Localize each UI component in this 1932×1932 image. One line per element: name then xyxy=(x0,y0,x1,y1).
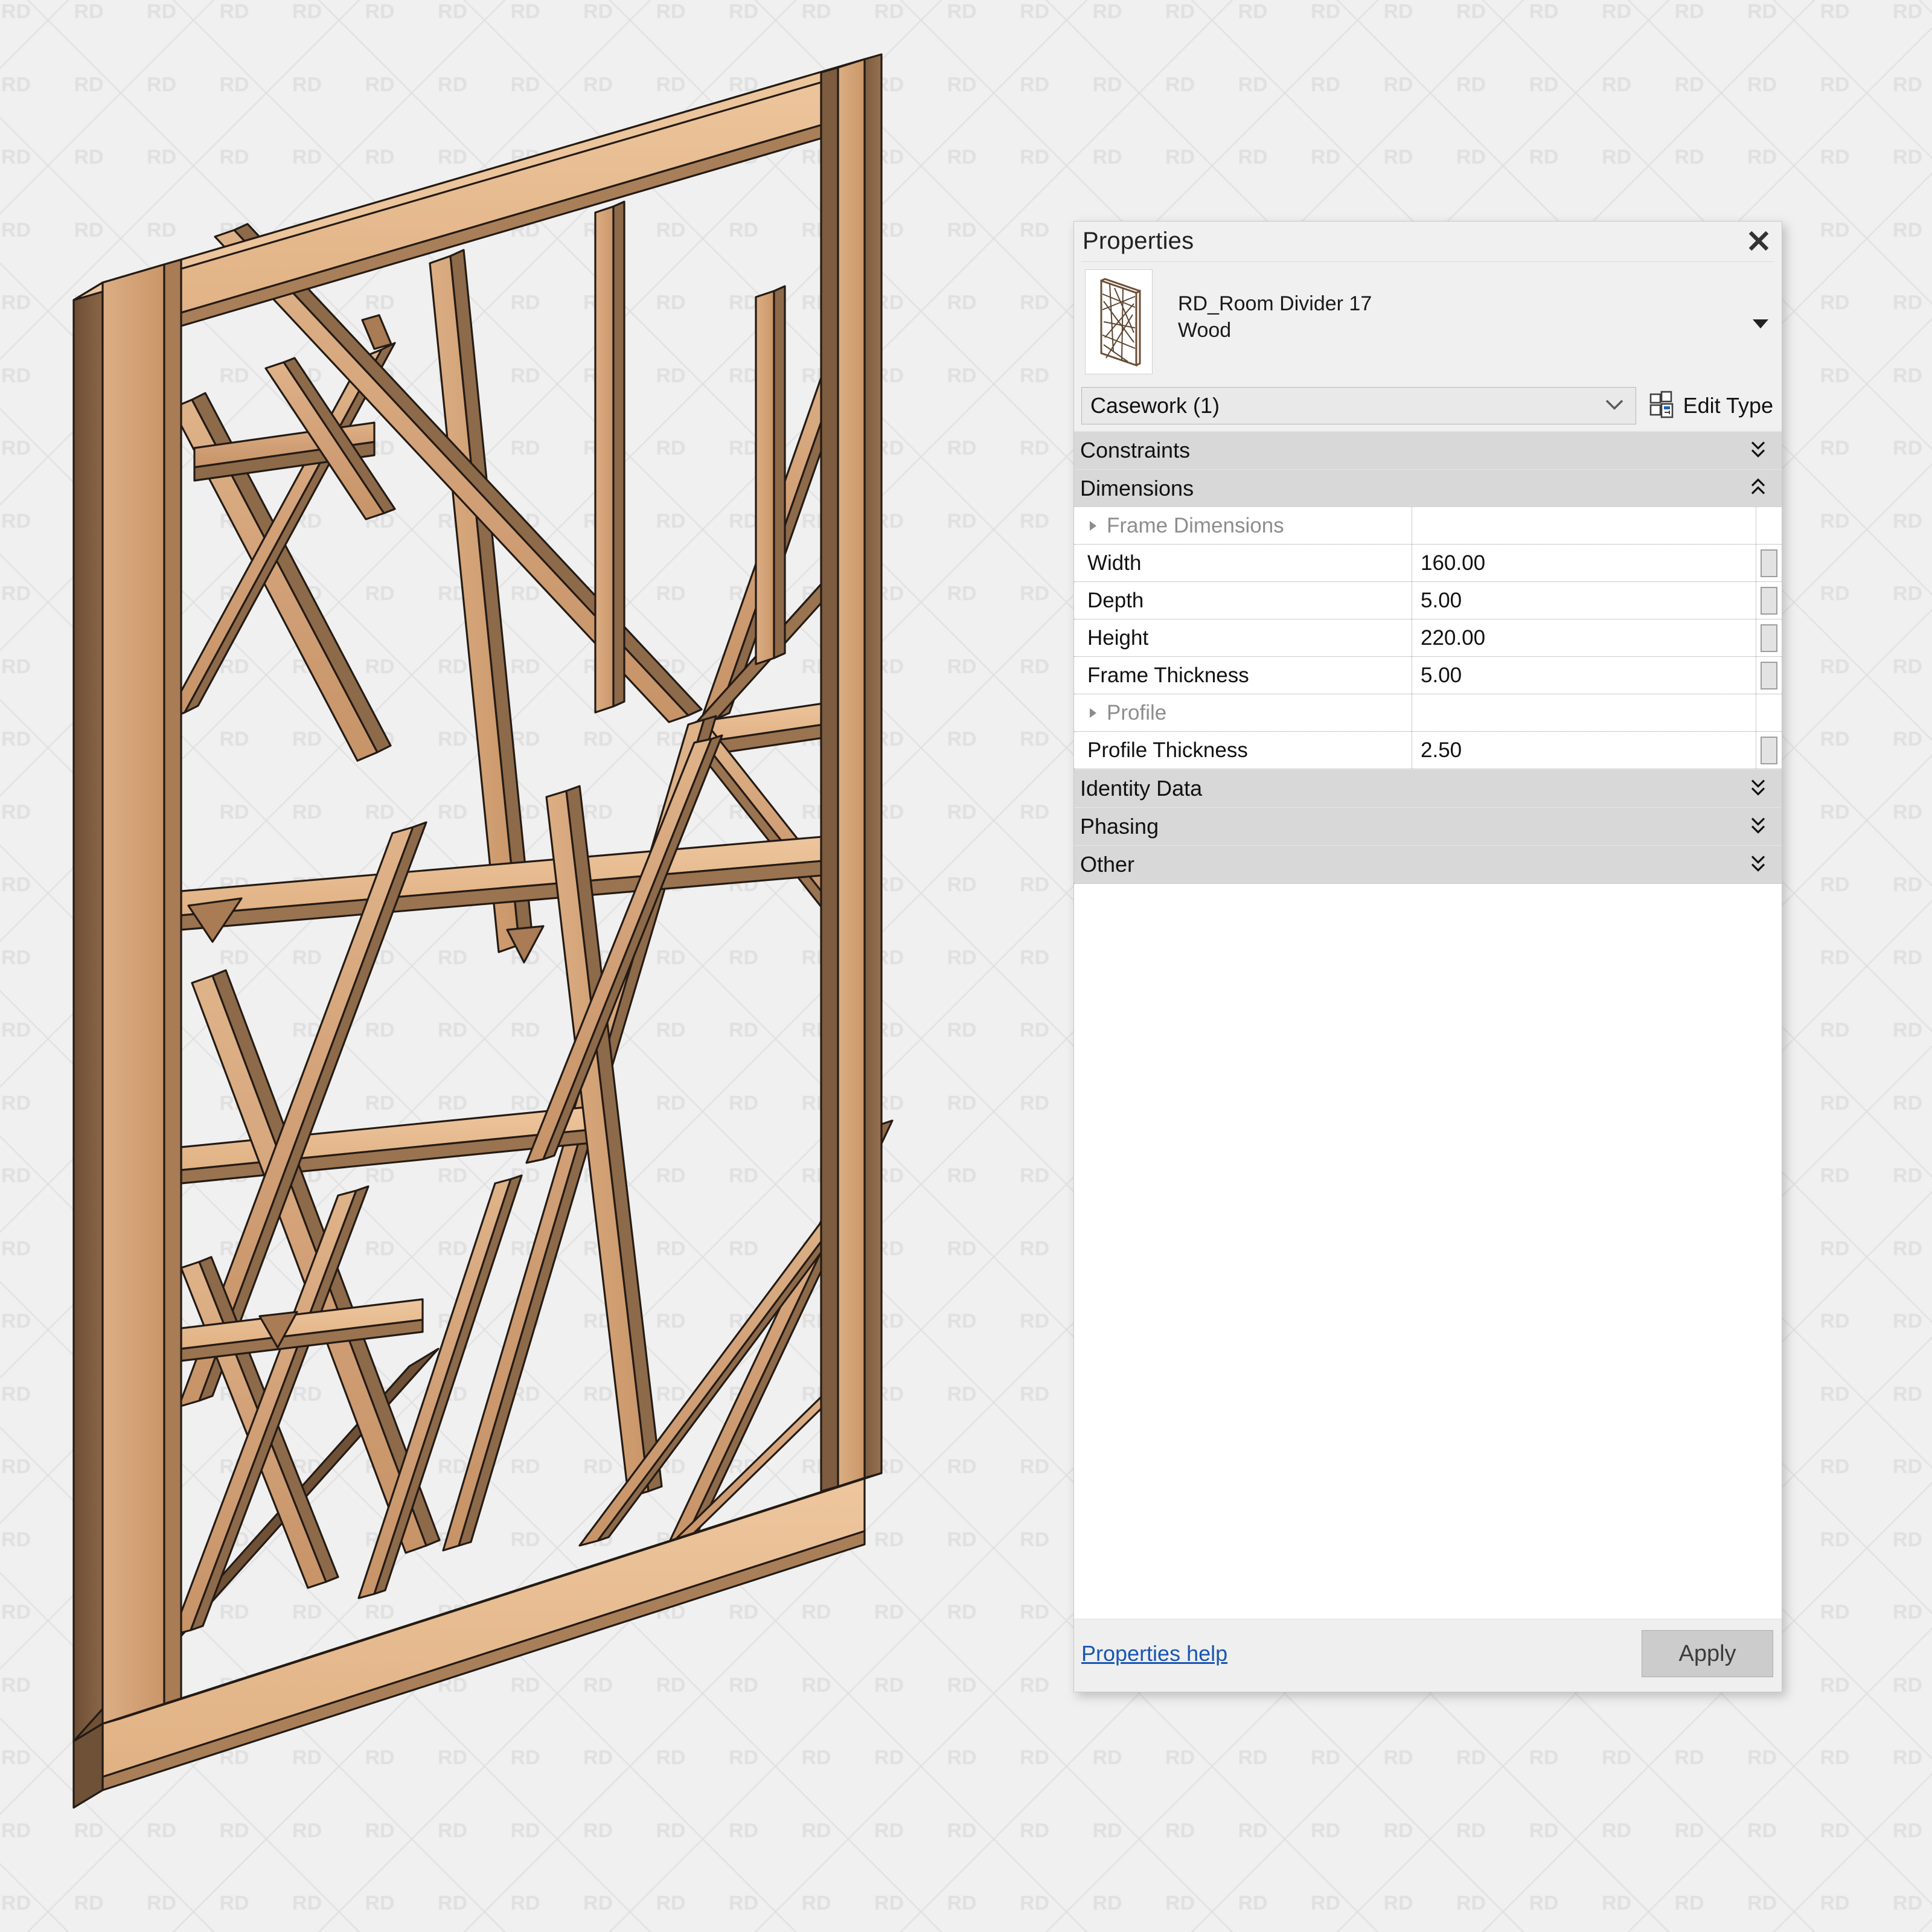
parameter-group-label: Identity Data xyxy=(1080,776,1202,801)
parameter-group-label: Other xyxy=(1080,852,1134,877)
parameter-name-label: Frame Thickness xyxy=(1087,664,1249,688)
parameter-name-label: Profile xyxy=(1107,701,1166,725)
parameter-name-cell: Frame Thickness xyxy=(1074,657,1412,694)
parameter-value-label: 5.00 xyxy=(1421,589,1462,613)
parameter-assoc-cell xyxy=(1756,694,1782,731)
triangle-down-icon[interactable] xyxy=(1750,313,1771,333)
parameter-assoc-cell xyxy=(1756,507,1782,544)
associate-parameter-button[interactable] xyxy=(1761,549,1777,577)
edit-type-label: Edit Type xyxy=(1683,393,1773,418)
parameter-group-header-phasing[interactable]: Phasing xyxy=(1074,807,1782,845)
parameter-assoc-cell xyxy=(1756,545,1782,581)
room-divider-3d-model[interactable] xyxy=(0,0,1063,1932)
parameter-subgroup-row[interactable]: Frame Dimensions xyxy=(1074,507,1782,545)
associate-parameter-button[interactable] xyxy=(1761,662,1777,689)
parameter-value-cell[interactable] xyxy=(1412,507,1756,544)
associate-parameter-button[interactable] xyxy=(1761,737,1777,764)
parameter-row[interactable]: Height 220.00 xyxy=(1074,619,1782,657)
associate-parameter-button[interactable] xyxy=(1761,624,1777,652)
parameter-name-cell: Width xyxy=(1074,545,1412,581)
edit-type-icon xyxy=(1649,391,1676,421)
properties-footer: Properties help Apply xyxy=(1074,1619,1782,1692)
apply-button[interactable]: Apply xyxy=(1642,1630,1773,1677)
double-chevron-down-icon[interactable] xyxy=(1750,815,1766,839)
properties-body: RD_Room Divider 17 Wood Casework (1) xyxy=(1074,261,1782,1692)
parameter-row[interactable]: Width 160.00 xyxy=(1074,545,1782,582)
parameter-group-header-dimensions[interactable]: Dimensions xyxy=(1074,469,1782,507)
parameter-name-cell: Height xyxy=(1074,619,1412,656)
parameter-row[interactable]: Profile Thickness 2.50 xyxy=(1074,732,1782,769)
type-preview-text: RD_Room Divider 17 Wood xyxy=(1178,291,1372,344)
double-chevron-down-icon[interactable] xyxy=(1750,439,1766,462)
properties-titlebar[interactable]: Properties xyxy=(1074,222,1782,261)
properties-palette[interactable]: Properties xyxy=(1073,221,1782,1692)
parameter-name-label: Height xyxy=(1087,626,1148,650)
parameter-value-cell[interactable]: 2.50 xyxy=(1412,732,1756,769)
parameters-empty-area xyxy=(1074,883,1782,1619)
double-chevron-down-icon[interactable] xyxy=(1750,853,1766,877)
parameter-name-label: Width xyxy=(1087,551,1141,575)
triangle-right-icon[interactable] xyxy=(1087,514,1098,538)
close-icon[interactable] xyxy=(1744,226,1773,255)
parameters-table: Constraints Dimensions Frame Dimensions Wid… xyxy=(1074,431,1782,883)
type-preview-block[interactable]: RD_Room Divider 17 Wood xyxy=(1081,261,1774,379)
parameter-assoc-cell xyxy=(1756,732,1782,769)
associate-parameter-placeholder xyxy=(1761,512,1777,540)
category-select-value: Casework (1) xyxy=(1090,393,1220,418)
parameter-group-label: Constraints xyxy=(1080,438,1190,463)
parameter-name-cell: Profile Thickness xyxy=(1074,732,1412,769)
parameter-value-label: 220.00 xyxy=(1421,626,1485,650)
parameter-assoc-cell xyxy=(1756,619,1782,656)
family-name: RD_Room Divider 17 xyxy=(1178,291,1372,318)
type-thumbnail xyxy=(1085,269,1153,374)
parameter-name-label: Depth xyxy=(1087,589,1144,613)
double-chevron-down-icon[interactable] xyxy=(1750,777,1766,801)
parameter-row[interactable]: Depth 5.00 xyxy=(1074,582,1782,619)
parameter-group-header-identity-data[interactable]: Identity Data xyxy=(1074,769,1782,807)
parameter-value-cell[interactable]: 5.00 xyxy=(1412,582,1756,619)
parameter-assoc-cell xyxy=(1756,657,1782,694)
category-select[interactable]: Casework (1) xyxy=(1081,387,1636,424)
parameter-row[interactable]: Frame Thickness 5.00 xyxy=(1074,657,1782,694)
type-name: Wood xyxy=(1178,318,1372,344)
parameter-name-label: Profile Thickness xyxy=(1087,738,1248,763)
parameter-subgroup-row[interactable]: Profile xyxy=(1074,694,1782,732)
parameter-value-cell[interactable] xyxy=(1412,694,1756,731)
parameter-group-label: Phasing xyxy=(1080,814,1159,839)
parameter-value-label: 2.50 xyxy=(1421,738,1462,763)
parameter-name-cell: Frame Dimensions xyxy=(1074,507,1412,544)
parameter-value-label: 160.00 xyxy=(1421,551,1485,575)
apply-button-label: Apply xyxy=(1678,1641,1736,1667)
parameter-group-label: Dimensions xyxy=(1080,476,1194,501)
parameter-value-cell[interactable]: 5.00 xyxy=(1412,657,1756,694)
parameter-group-header-constraints[interactable]: Constraints xyxy=(1074,431,1782,469)
edit-type-button[interactable]: Edit Type xyxy=(1649,391,1774,421)
properties-help-link[interactable]: Properties help xyxy=(1081,1641,1227,1666)
parameter-group-header-other[interactable]: Other xyxy=(1074,845,1782,883)
parameter-value-cell[interactable]: 220.00 xyxy=(1412,619,1756,656)
chevron-down-icon xyxy=(1604,398,1625,414)
associate-parameter-placeholder xyxy=(1761,699,1777,727)
parameter-value-cell[interactable]: 160.00 xyxy=(1412,545,1756,581)
parameter-name-cell: Profile xyxy=(1074,694,1412,731)
category-select-row: Casework (1) xyxy=(1081,385,1774,426)
parameter-value-label: 5.00 xyxy=(1421,664,1462,688)
parameter-name-cell: Depth xyxy=(1074,582,1412,619)
double-chevron-up-icon[interactable] xyxy=(1750,477,1766,501)
parameter-assoc-cell xyxy=(1756,582,1782,619)
triangle-right-icon[interactable] xyxy=(1087,701,1098,725)
page-title: Properties xyxy=(1083,228,1194,255)
model-viewport[interactable] xyxy=(0,0,1063,1932)
parameter-name-label: Frame Dimensions xyxy=(1107,514,1284,538)
associate-parameter-button[interactable] xyxy=(1761,587,1777,615)
